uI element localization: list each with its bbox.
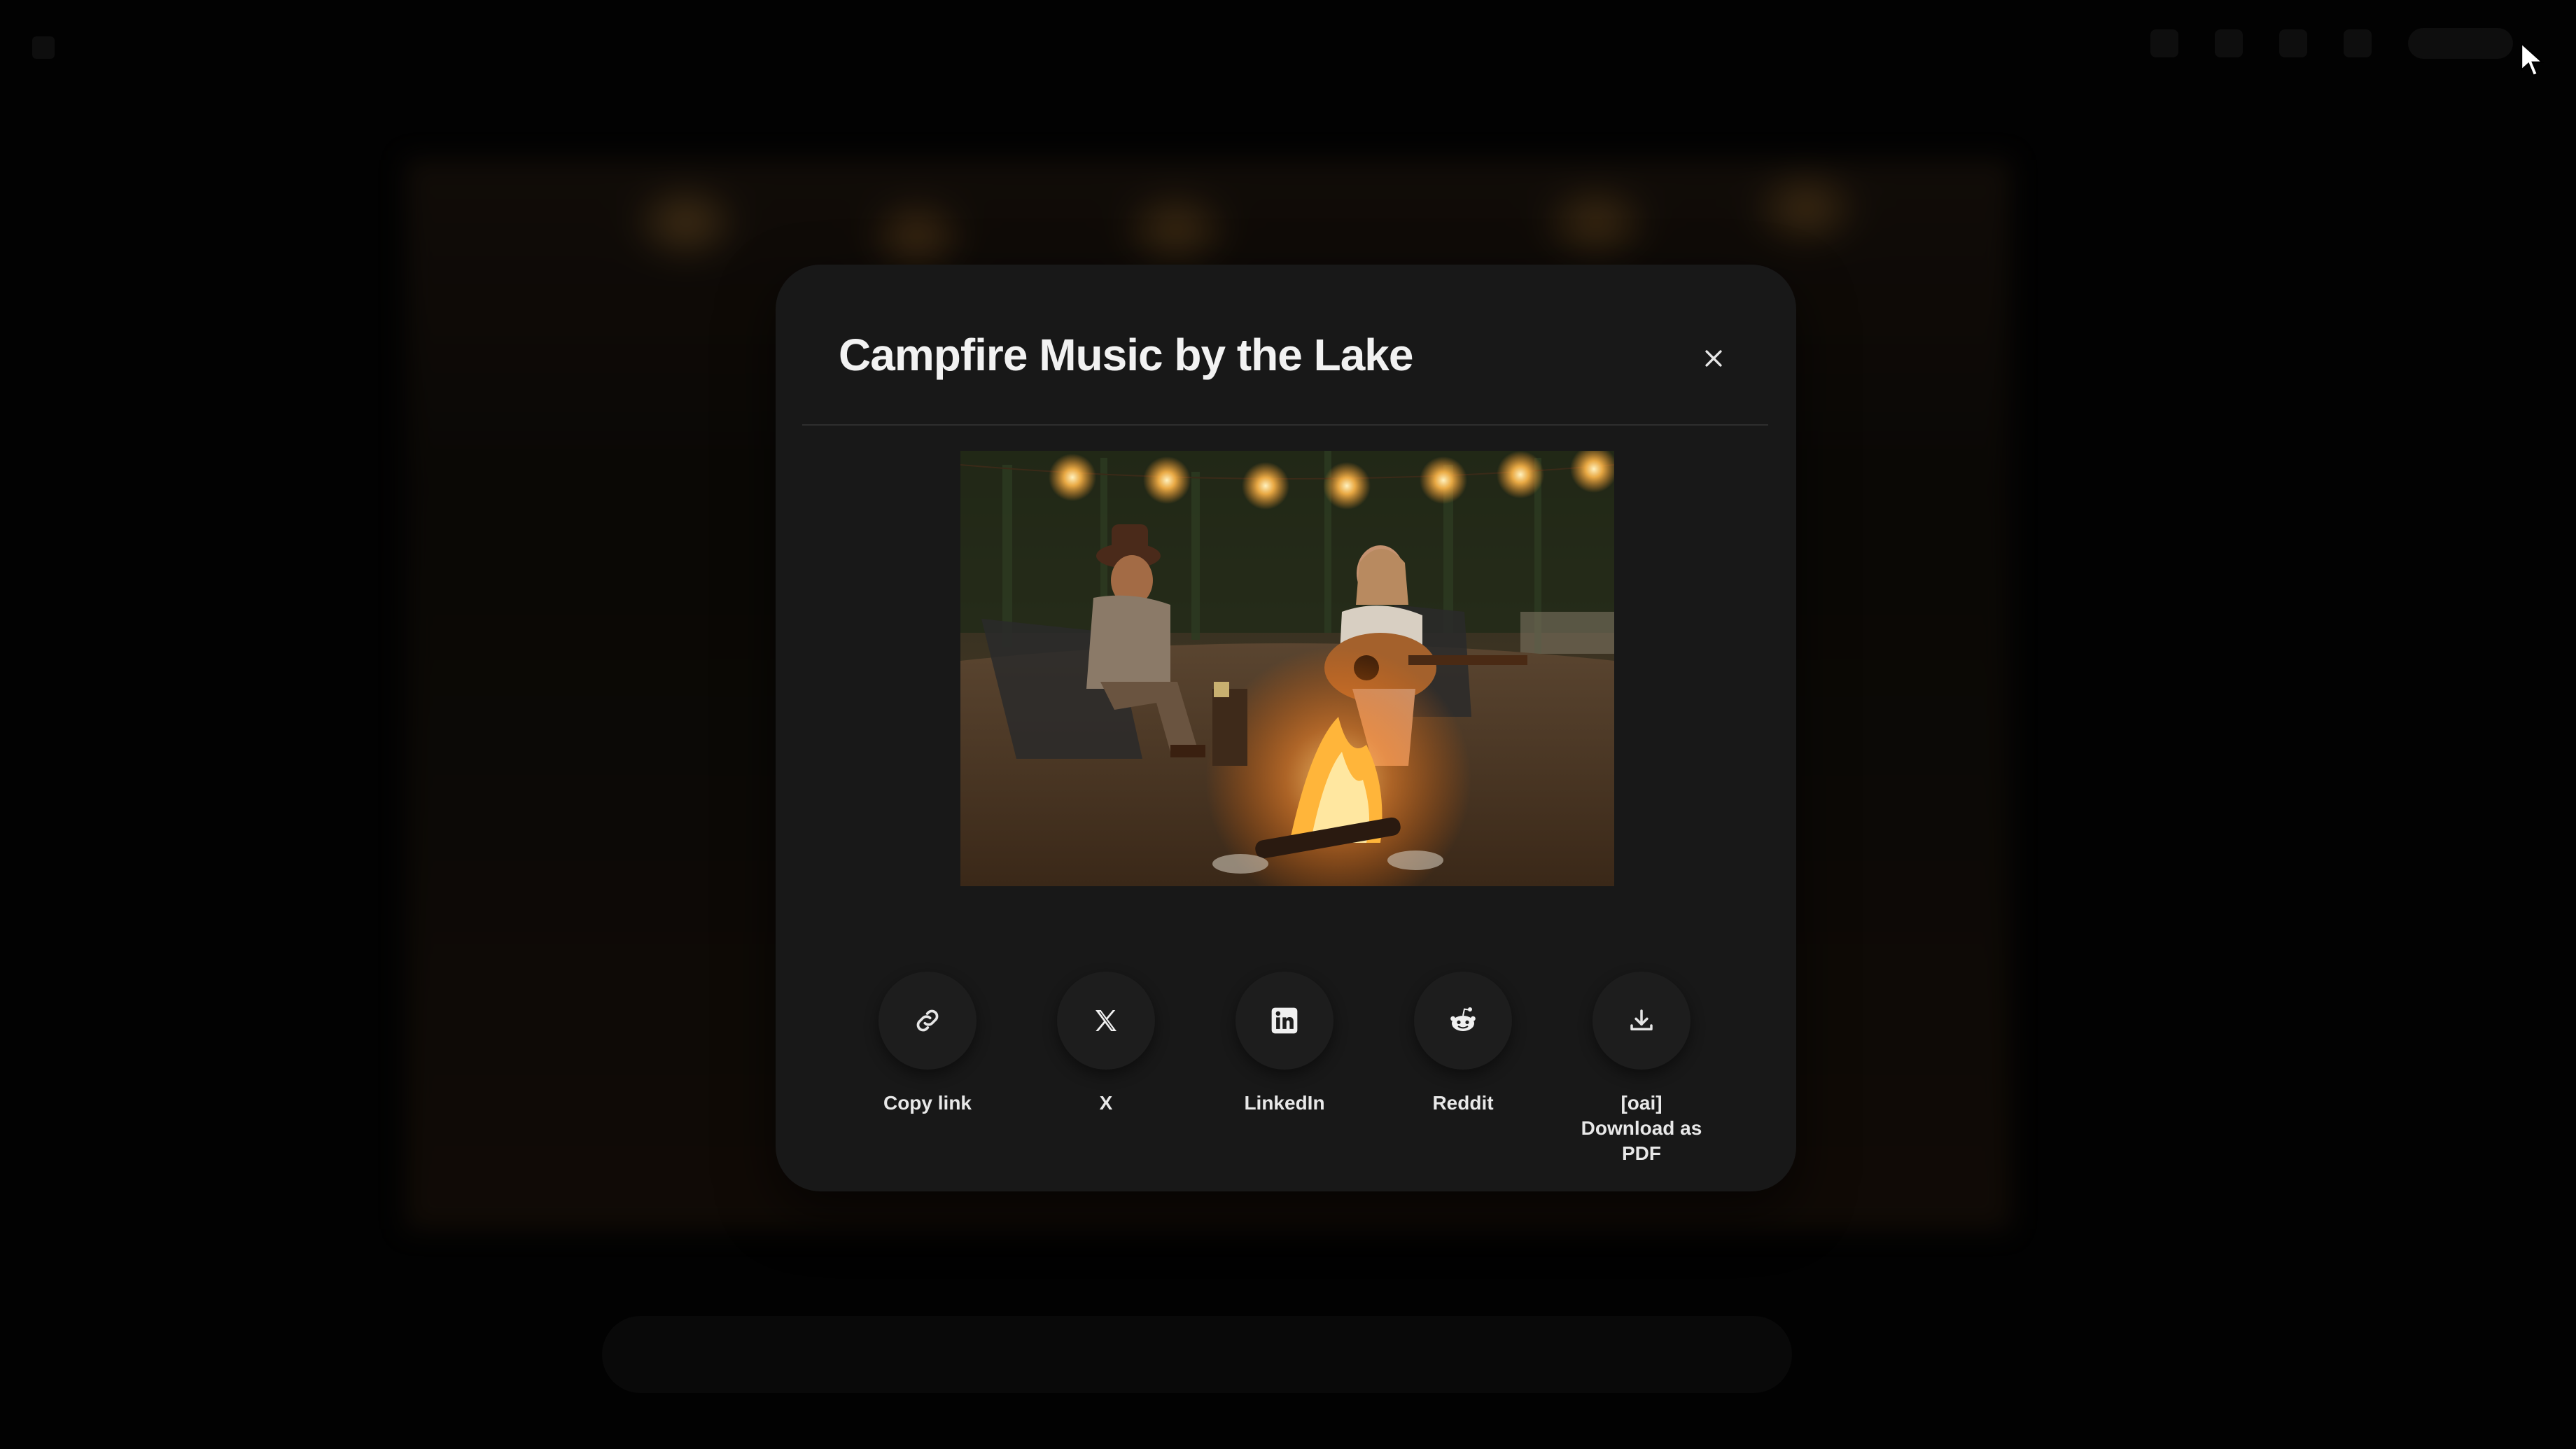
download-pdf-circle [1592, 972, 1690, 1070]
composer-bar [602, 1316, 1792, 1393]
sidebar-toggle-icon [32, 36, 55, 59]
toolbar-icon-4 [2344, 29, 2372, 57]
close-button[interactable] [1686, 330, 1742, 386]
share-reddit-button[interactable]: Reddit [1386, 972, 1540, 1116]
share-options: Copy link X LinkedIn Reddit [oai] Downlo… [776, 972, 1796, 1182]
share-x-circle [1057, 972, 1155, 1070]
toolbar-icon-2 [2215, 29, 2243, 57]
copy-link-label: Copy link [883, 1092, 972, 1114]
share-linkedin-label: LinkedIn [1244, 1092, 1325, 1114]
top-toolbar [2150, 28, 2513, 59]
mouse-cursor-icon [2520, 42, 2545, 77]
toolbar-icon-1 [2150, 29, 2178, 57]
share-modal: Campfire Music by the Lake Copy link X L… [776, 265, 1796, 1191]
download-pdf-label: [oai] Download as PDF [1581, 1092, 1702, 1164]
share-x-button[interactable]: X [1029, 972, 1183, 1116]
close-icon [1705, 350, 1722, 367]
x-logo-icon [1096, 1010, 1116, 1031]
share-linkedin-button[interactable]: LinkedIn [1208, 972, 1362, 1116]
download-icon [1630, 1009, 1653, 1030]
modal-title: Campfire Music by the Lake [839, 330, 1413, 380]
link-icon [916, 1009, 939, 1032]
preview-image [960, 451, 1614, 886]
modal-divider [802, 424, 1768, 426]
toolbar-icon-3 [2279, 29, 2307, 57]
copy-link-circle [878, 972, 976, 1070]
share-reddit-circle [1414, 972, 1512, 1070]
toolbar-pill [2408, 28, 2513, 59]
download-pdf-button[interactable]: [oai] Download as PDF [1564, 972, 1718, 1166]
reddit-logo-icon [1450, 1007, 1476, 1031]
linkedin-logo-icon [1271, 1007, 1298, 1034]
campfire-photo [960, 451, 1614, 886]
share-reddit-label: Reddit [1432, 1092, 1494, 1114]
app-window: Campfire Music by the Lake Copy link X L… [0, 0, 2576, 1449]
copy-link-button[interactable]: Copy link [850, 972, 1004, 1116]
share-x-label: X [1099, 1092, 1113, 1114]
share-linkedin-circle [1236, 972, 1334, 1070]
